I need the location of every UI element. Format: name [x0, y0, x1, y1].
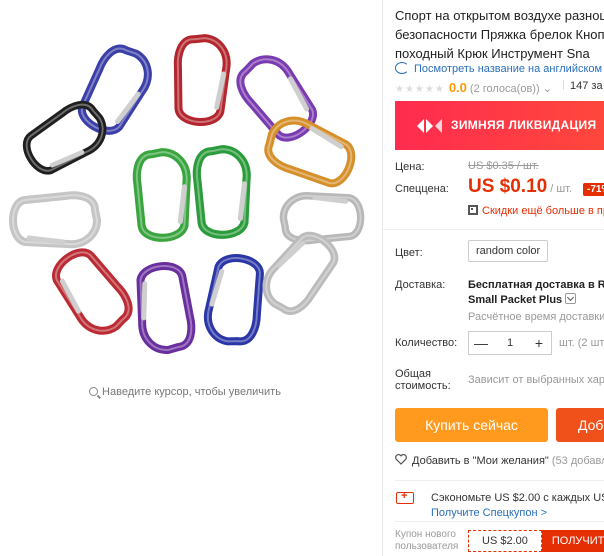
carabiner	[264, 116, 356, 188]
shipping-method-select[interactable]: Small Packet Plus	[468, 293, 577, 306]
carabiner	[279, 192, 365, 245]
carabiner	[52, 248, 133, 335]
quantity-input[interactable]: 1	[493, 337, 527, 349]
carabiner-body	[132, 148, 191, 242]
magnifier-icon	[89, 387, 99, 396]
carabiner	[77, 44, 152, 135]
rating-votes[interactable]: (2 голоса(ов))	[470, 83, 540, 95]
wishlist-count: (53 добавл	[551, 455, 604, 467]
carabiner-body	[22, 100, 107, 175]
carabiner	[132, 148, 191, 242]
coupon-icon	[396, 490, 414, 504]
carabiner	[136, 262, 196, 354]
current-price: US $0.10/ шт.	[468, 176, 572, 198]
translate-link-text: Посмотреть название на английском	[414, 63, 603, 75]
get-new-user-coupon-button[interactable]: ПОЛУЧИТЬ	[541, 530, 604, 552]
price-unit: / шт.	[550, 183, 573, 195]
carabiner	[22, 100, 107, 175]
shipping-info: Бесплатная доставка в Rus	[468, 279, 604, 291]
total-cost-label: Общая стоимость:	[395, 368, 451, 392]
orders-count: 147 за	[563, 80, 603, 92]
zoom-hint-text: Наведите курсор, чтобы увеличить	[102, 386, 281, 398]
quantity-stepper: — 1 +	[468, 331, 552, 355]
carabiner	[192, 145, 251, 239]
more-discounts-link[interactable]: Скидки ещё больше в пр	[468, 205, 604, 217]
carabiner-body	[77, 44, 152, 135]
old-price-value: US $0.35 / шт.	[468, 160, 539, 172]
special-price-label: Спеццена:	[395, 183, 449, 195]
chevron-down-icon[interactable]	[565, 293, 577, 304]
coupon-promo-text: Сэкономьте US $2.00 с каждых US $	[431, 492, 604, 504]
divider	[383, 229, 604, 230]
rating-score: 0.0	[448, 80, 467, 95]
quantity-label: Количество:	[395, 337, 458, 349]
translate-title-link[interactable]: Посмотреть название на английском	[395, 62, 602, 75]
quantity-decrease-button[interactable]: —	[469, 332, 493, 354]
color-label: Цвет:	[395, 247, 423, 259]
discount-badge: -71%	[583, 183, 604, 196]
carabiner-body	[9, 191, 102, 249]
banner-text: ЗИМНЯЯ ЛИКВИДАЦИЯ	[451, 118, 597, 132]
carabiner-body	[192, 145, 251, 239]
add-to-wishlist-link[interactable]: Добавить в "Мои желания" (53 добавл	[395, 454, 604, 467]
new-user-label-line: пользователя	[395, 541, 459, 552]
wishlist-text: Добавить в "Мои желания"	[412, 455, 549, 467]
add-to-cart-button[interactable]: Доб	[556, 408, 604, 442]
title-line: безопасности Пряжка брелок Кноп	[395, 27, 604, 42]
title-line: Спорт на открытом воздухе разноц	[395, 8, 604, 23]
product-gallery: Наведите курсор, чтобы увеличить	[0, 0, 382, 556]
product-title: Спорт на открытом воздухе разноц безопас…	[395, 6, 604, 63]
new-user-coupon: US $2.00 ПОЛУЧИТЬ	[468, 530, 604, 552]
chevron-down-icon[interactable]: ⌄	[543, 83, 552, 95]
zoom-hint: Наведите курсор, чтобы увеличить	[0, 386, 370, 398]
carabiner	[9, 191, 102, 249]
delivery-time: Расчётное время доставки:	[468, 311, 604, 323]
rating-stars-icon: ★★★★★	[395, 84, 445, 95]
carabiner-body	[279, 192, 365, 245]
qr-code-icon	[468, 205, 478, 215]
product-info-panel: Спорт на открытом воздухе разноц безопас…	[383, 0, 604, 556]
old-price: US $0.35 / шт.	[468, 160, 539, 172]
new-user-coupon-label: Купон нового пользователя	[395, 529, 458, 553]
promo-banner[interactable]: ЗИМНЯЯ ЛИКВИДАЦИЯ	[395, 101, 604, 150]
carabiner	[204, 254, 264, 346]
new-user-label-line: Купон нового	[395, 529, 456, 540]
shipping-method-text: Small Packet Plus	[468, 294, 563, 306]
get-coupon-link[interactable]: Получите Спецкупон >	[431, 507, 547, 519]
price-value: US $0.10	[468, 176, 548, 197]
rating-row: ★★★★★ 0.0 (2 голоса(ов)) ⌄	[395, 80, 552, 95]
more-discounts-text: Скидки ещё больше в пр	[482, 205, 604, 217]
buy-now-button[interactable]: Купить сейчас	[395, 408, 548, 442]
total-cost-label-line: Общая	[395, 368, 431, 380]
carabiner	[173, 34, 231, 126]
total-cost-value: Зависит от выбранных хара	[468, 374, 604, 386]
product-image[interactable]	[0, 0, 382, 378]
total-cost-label-line: стоимость:	[395, 380, 451, 392]
title-line: походный Крюк Инструмент Sna	[395, 46, 590, 61]
coupon-promo: Сэкономьте US $2.00 с каждых US $ Получи…	[395, 480, 604, 522]
sale-logo-icon	[417, 119, 442, 133]
heart-icon	[395, 454, 407, 465]
color-option[interactable]: random color	[468, 240, 549, 262]
shipping-label: Доставка:	[395, 279, 446, 291]
new-user-coupon-value: US $2.00	[468, 530, 542, 552]
carabiner-body	[264, 116, 356, 188]
translate-icon	[395, 62, 409, 74]
quantity-available: шт. (2 шт	[559, 337, 604, 349]
price-label: Цена:	[395, 161, 425, 173]
quantity-increase-button[interactable]: +	[527, 332, 551, 354]
